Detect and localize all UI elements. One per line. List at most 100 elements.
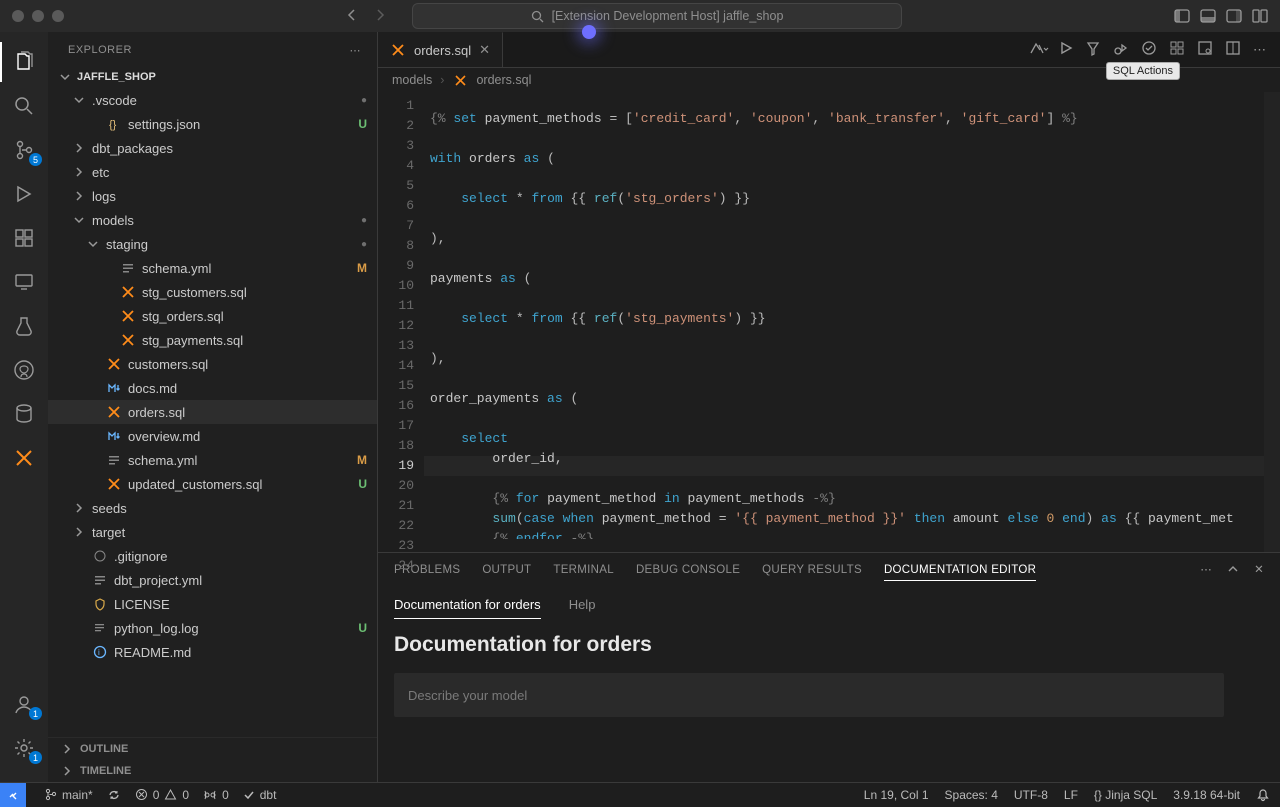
doc-description-input[interactable]: Describe your model: [394, 673, 1224, 717]
nav-back-icon[interactable]: [344, 7, 360, 26]
file-item[interactable]: updated_customers.sqlU: [48, 472, 377, 496]
activity-search[interactable]: [0, 86, 48, 126]
play-icon[interactable]: [1059, 41, 1073, 58]
code-editor[interactable]: 123456789101112131415161718192021222324 …: [378, 92, 1280, 552]
split-grid-icon[interactable]: [1169, 40, 1185, 59]
folder-item[interactable]: dbt_packages: [48, 136, 377, 160]
activity-run-debug[interactable]: [0, 174, 48, 214]
maximize-panel-icon[interactable]: [1226, 562, 1240, 579]
status-ports[interactable]: 0: [203, 788, 229, 802]
minimap[interactable]: [1264, 92, 1280, 552]
status-sync[interactable]: [107, 788, 121, 802]
split-editor-icon[interactable]: [1225, 40, 1241, 59]
toggle-secondary-sidebar-icon[interactable]: [1226, 8, 1242, 24]
maximize-window-icon[interactable]: [52, 10, 64, 22]
yaml-icon: [92, 572, 108, 588]
folder-item[interactable]: .vscode●: [48, 88, 377, 112]
activity-source-control[interactable]: 5: [0, 130, 48, 170]
file-item[interactable]: customers.sql: [48, 352, 377, 376]
doc-subtab-active[interactable]: Documentation for orders: [394, 597, 541, 619]
file-item[interactable]: stg_payments.sql: [48, 328, 377, 352]
status-problems[interactable]: 0 0: [135, 788, 189, 802]
file-item[interactable]: dbt_project.yml: [48, 568, 377, 592]
activity-dbt[interactable]: [0, 438, 48, 478]
sql-actions-icon[interactable]: [1085, 40, 1101, 59]
more-actions-icon[interactable]: ⋯: [350, 44, 362, 57]
status-ok-icon[interactable]: [1141, 40, 1157, 59]
panel-tab[interactable]: OUTPUT: [482, 564, 531, 576]
debug-run-icon[interactable]: [1113, 40, 1129, 59]
toggle-primary-sidebar-icon[interactable]: [1174, 8, 1190, 24]
tree-item-label: orders.sql: [128, 405, 185, 420]
preview-icon[interactable]: [1197, 40, 1213, 59]
more-panel-icon[interactable]: ⋯: [1200, 562, 1212, 579]
folder-item[interactable]: target: [48, 520, 377, 544]
minimize-window-icon[interactable]: [32, 10, 44, 22]
tab-orders-sql[interactable]: orders.sql ✕: [378, 32, 503, 67]
command-center[interactable]: [Extension Development Host] jaffle_shop: [412, 3, 902, 29]
activity-explorer[interactable]: [0, 42, 48, 82]
folder-item[interactable]: etc: [48, 160, 377, 184]
toggle-panel-icon[interactable]: [1200, 8, 1216, 24]
status-branch[interactable]: main*: [44, 788, 93, 802]
file-item[interactable]: stg_customers.sql: [48, 280, 377, 304]
explorer-title: EXPLORER: [68, 44, 132, 56]
status-language[interactable]: {} Jinja SQL: [1094, 788, 1157, 802]
status-eol[interactable]: LF: [1064, 788, 1078, 802]
tree-item-label: LICENSE: [114, 597, 170, 612]
nav-forward-icon[interactable]: [372, 7, 388, 26]
file-item[interactable]: {}settings.jsonU: [48, 112, 377, 136]
run-dropdown-icon[interactable]: [1029, 40, 1047, 59]
file-item[interactable]: schema.ymlM: [48, 256, 377, 280]
file-item[interactable]: LICENSE: [48, 592, 377, 616]
scm-badge: 5: [29, 153, 42, 166]
chevron-right-icon: [72, 165, 86, 179]
folder-item[interactable]: logs: [48, 184, 377, 208]
activity-remote-explorer[interactable]: [0, 262, 48, 302]
folder-item[interactable]: staging●: [48, 232, 377, 256]
status-dbt[interactable]: dbt: [243, 788, 277, 802]
panel-tab[interactable]: DEBUG CONSOLE: [636, 564, 740, 576]
file-item[interactable]: docs.md: [48, 376, 377, 400]
outline-section[interactable]: OUTLINE: [48, 738, 377, 760]
close-window-icon[interactable]: [12, 10, 24, 22]
panel-tab[interactable]: TERMINAL: [553, 564, 614, 576]
doc-subtab-help[interactable]: Help: [569, 597, 596, 619]
status-encoding[interactable]: UTF-8: [1014, 788, 1048, 802]
status-indent[interactable]: Spaces: 4: [945, 788, 998, 802]
customize-layout-icon[interactable]: [1252, 8, 1268, 24]
remote-indicator[interactable]: [0, 783, 26, 807]
title-bar: [Extension Development Host] jaffle_shop: [0, 0, 1280, 32]
activity-settings[interactable]: 1: [0, 728, 48, 768]
panel-tab[interactable]: DOCUMENTATION EDITOR: [884, 564, 1036, 581]
file-item[interactable]: iREADME.md: [48, 640, 377, 664]
close-panel-icon[interactable]: ✕: [1254, 562, 1264, 579]
timeline-section[interactable]: TIMELINE: [48, 760, 377, 782]
folder-item[interactable]: models●: [48, 208, 377, 232]
activity-github[interactable]: [0, 350, 48, 390]
activity-extensions[interactable]: [0, 218, 48, 258]
more-editor-actions-icon[interactable]: ⋯: [1253, 42, 1266, 58]
activity-accounts[interactable]: 1: [0, 684, 48, 724]
project-root[interactable]: JAFFLE_SHOP: [48, 68, 377, 86]
svg-text:{}: {}: [109, 119, 117, 131]
panel-tab[interactable]: QUERY RESULTS: [762, 564, 862, 576]
status-cursor[interactable]: Ln 19, Col 1: [864, 788, 929, 802]
close-tab-icon[interactable]: ✕: [479, 42, 490, 58]
file-item[interactable]: .gitignore: [48, 544, 377, 568]
file-item[interactable]: orders.sql: [48, 400, 377, 424]
file-item[interactable]: python_log.logU: [48, 616, 377, 640]
dbt-icon: [390, 42, 406, 58]
status-notifications-icon[interactable]: [1256, 788, 1270, 802]
git-decoration: U: [358, 621, 367, 635]
folder-item[interactable]: seeds: [48, 496, 377, 520]
file-item[interactable]: overview.md: [48, 424, 377, 448]
editor-group: orders.sql ✕ ⋯ SQL Actions models › orde…: [378, 32, 1280, 782]
file-item[interactable]: stg_orders.sql: [48, 304, 377, 328]
activity-testing[interactable]: [0, 306, 48, 346]
file-item[interactable]: schema.ymlM: [48, 448, 377, 472]
activity-database[interactable]: [0, 394, 48, 434]
window-title: [Extension Development Host] jaffle_shop: [552, 9, 784, 23]
status-python[interactable]: 3.9.18 64-bit: [1173, 788, 1240, 802]
tree-item-label: models: [92, 213, 134, 228]
